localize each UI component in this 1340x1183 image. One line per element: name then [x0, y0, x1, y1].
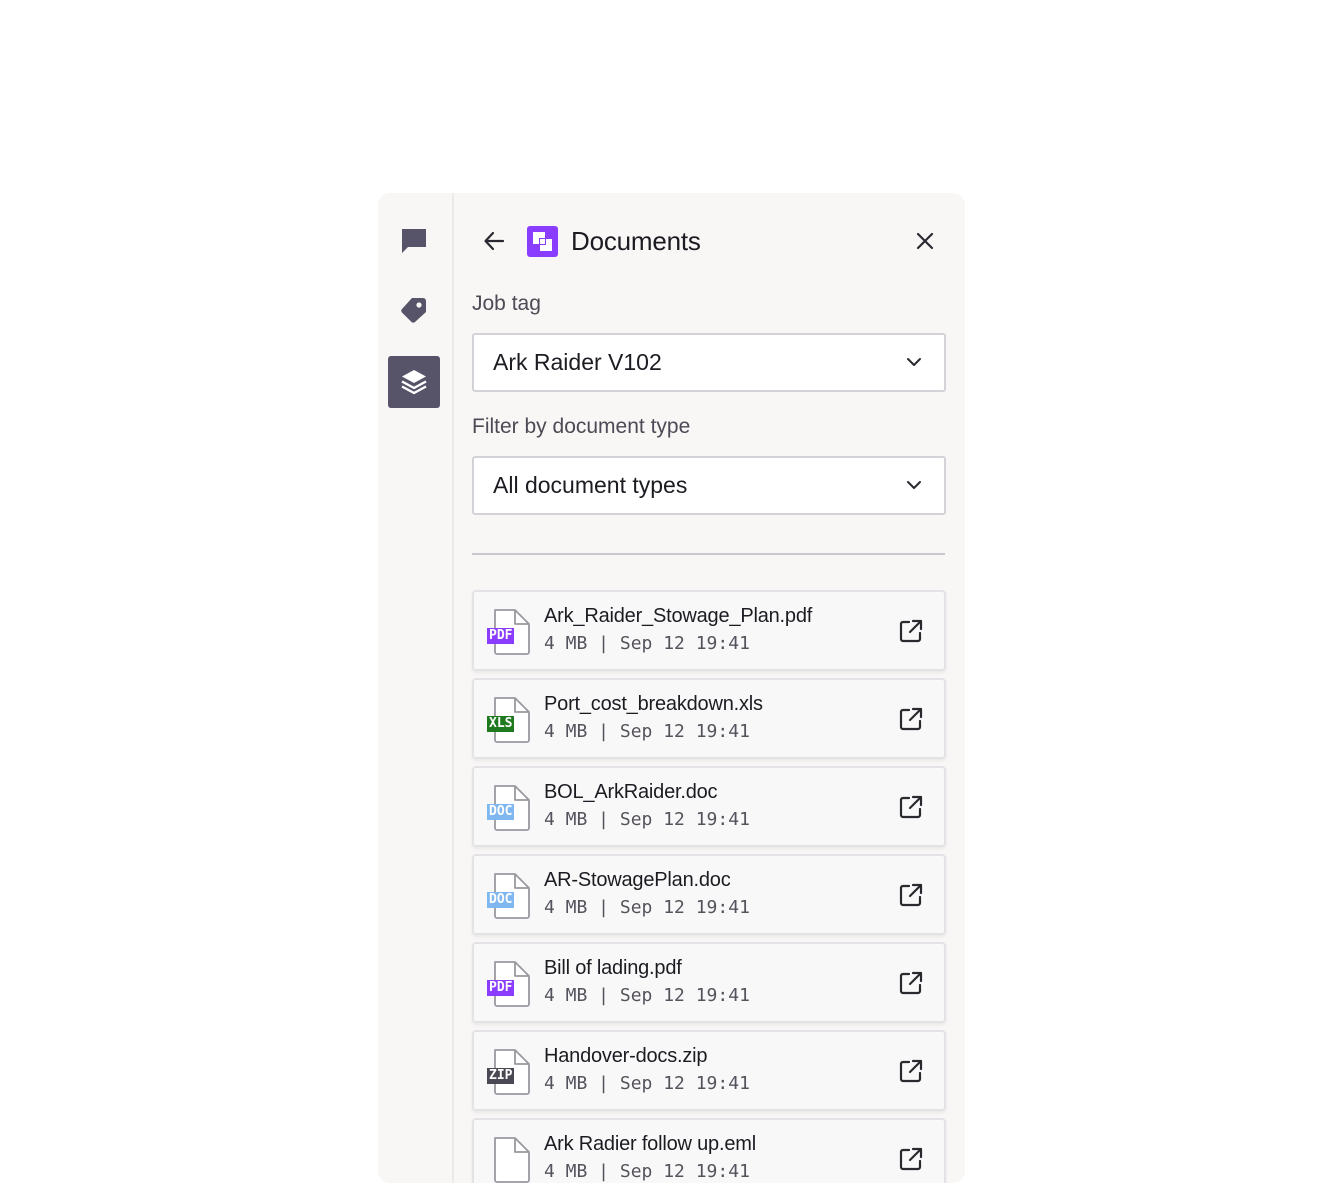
documents-panel: Documents Job tag Ark Raider V102 Filter…: [378, 193, 965, 1183]
file-card[interactable]: DOC AR-StowagePlan.doc 4 MB | Sep 12 19:41: [472, 854, 946, 935]
file-card[interactable]: PDF Bill of lading.pdf 4 MB | Sep 12 19:41: [472, 942, 946, 1023]
open-external-button[interactable]: [898, 1146, 924, 1172]
external-link-icon: [899, 1147, 923, 1171]
open-external-button[interactable]: [898, 794, 924, 820]
file-meta: 4 MB | Sep 12 19:41: [544, 721, 750, 742]
file-name: AR-StowagePlan.doc: [544, 869, 731, 891]
file-name: Ark Radier follow up.eml: [544, 1133, 756, 1155]
job-tag-select[interactable]: Ark Raider V102: [472, 333, 946, 392]
divider: [472, 553, 945, 555]
job-tag-label: Job tag: [472, 292, 541, 315]
side-rail: [378, 193, 454, 1183]
file-card[interactable]: Ark Radier follow up.eml 4 MB | Sep 12 19…: [472, 1118, 946, 1183]
logo-icon: [533, 232, 552, 251]
file-type-badge: PDF: [487, 980, 515, 996]
doc-type-filter-value: All document types: [493, 472, 688, 498]
file-card[interactable]: PDF Ark_Raider_Stowage_Plan.pdf 4 MB | Sep…: [472, 590, 946, 671]
close-button[interactable]: [911, 227, 939, 255]
file-name: BOL_ArkRaider.doc: [544, 781, 718, 803]
back-button[interactable]: [480, 227, 508, 255]
open-external-button[interactable]: [898, 970, 924, 996]
arrow-left-icon: [484, 231, 505, 251]
tag-icon: [401, 298, 426, 323]
file-name: Ark_Raider_Stowage_Plan.pdf: [544, 605, 813, 627]
xls-file-icon: XLS: [485, 696, 533, 744]
rail-chat-button[interactable]: [388, 215, 440, 267]
file-meta: 4 MB | Sep 12 19:41: [544, 985, 750, 1006]
external-link-icon: [899, 883, 923, 907]
chat-icon: [402, 229, 426, 253]
file-type-badge: ZIP: [487, 1068, 515, 1084]
chevron-down-icon: [907, 358, 921, 366]
panel-header: Documents: [472, 221, 945, 261]
doc-type-filter-select[interactable]: All document types: [472, 456, 946, 515]
zip-file-icon: ZIP: [485, 1048, 533, 1096]
file-card[interactable]: DOC BOL_ArkRaider.doc 4 MB | Sep 12 19:41: [472, 766, 946, 847]
file-card[interactable]: ZIP Handover-docs.zip 4 MB | Sep 12 19:41: [472, 1030, 946, 1111]
file-type-badge: DOC: [487, 892, 515, 908]
open-external-button[interactable]: [898, 618, 924, 644]
job-tag-value: Ark Raider V102: [493, 349, 662, 375]
file-meta: 4 MB | Sep 12 19:41: [544, 897, 750, 918]
app-logo: [527, 226, 558, 257]
open-external-button[interactable]: [898, 882, 924, 908]
pdf-file-icon: PDF: [485, 960, 533, 1008]
file-type-badge: XLS: [487, 716, 515, 732]
file-name: Port_cost_breakdown.xls: [544, 693, 763, 715]
chevron-down-icon: [907, 481, 921, 489]
external-link-icon: [899, 795, 923, 819]
external-link-icon: [899, 619, 923, 643]
file-meta: 4 MB | Sep 12 19:41: [544, 633, 750, 654]
external-link-icon: [899, 707, 923, 731]
close-icon: [916, 232, 934, 250]
file-meta: 4 MB | Sep 12 19:41: [544, 1161, 750, 1182]
external-link-icon: [899, 1059, 923, 1083]
file-file-icon: [485, 1136, 533, 1183]
rail-tag-button[interactable]: [388, 284, 440, 336]
file-name: Handover-docs.zip: [544, 1045, 708, 1067]
panel-content: Documents Job tag Ark Raider V102 Filter…: [472, 193, 946, 1183]
open-external-button[interactable]: [898, 1058, 924, 1084]
file-meta: 4 MB | Sep 12 19:41: [544, 809, 750, 830]
doc-type-filter-label: Filter by document type: [472, 415, 691, 438]
file-type-badge: PDF: [487, 628, 515, 644]
external-link-icon: [899, 971, 923, 995]
doc-file-icon: DOC: [485, 784, 533, 832]
rail-documents-button[interactable]: [388, 356, 440, 408]
doc-file-icon: DOC: [485, 872, 533, 920]
file-meta: 4 MB | Sep 12 19:41: [544, 1073, 750, 1094]
file-type-badge: DOC: [487, 804, 515, 820]
file-name: Bill of lading.pdf: [544, 957, 682, 979]
file-card[interactable]: XLS Port_cost_breakdown.xls 4 MB | Sep 12 …: [472, 678, 946, 759]
layers-icon: [401, 370, 427, 395]
pdf-file-icon: PDF: [485, 608, 533, 656]
open-external-button[interactable]: [898, 706, 924, 732]
page-title: Documents: [571, 226, 701, 256]
